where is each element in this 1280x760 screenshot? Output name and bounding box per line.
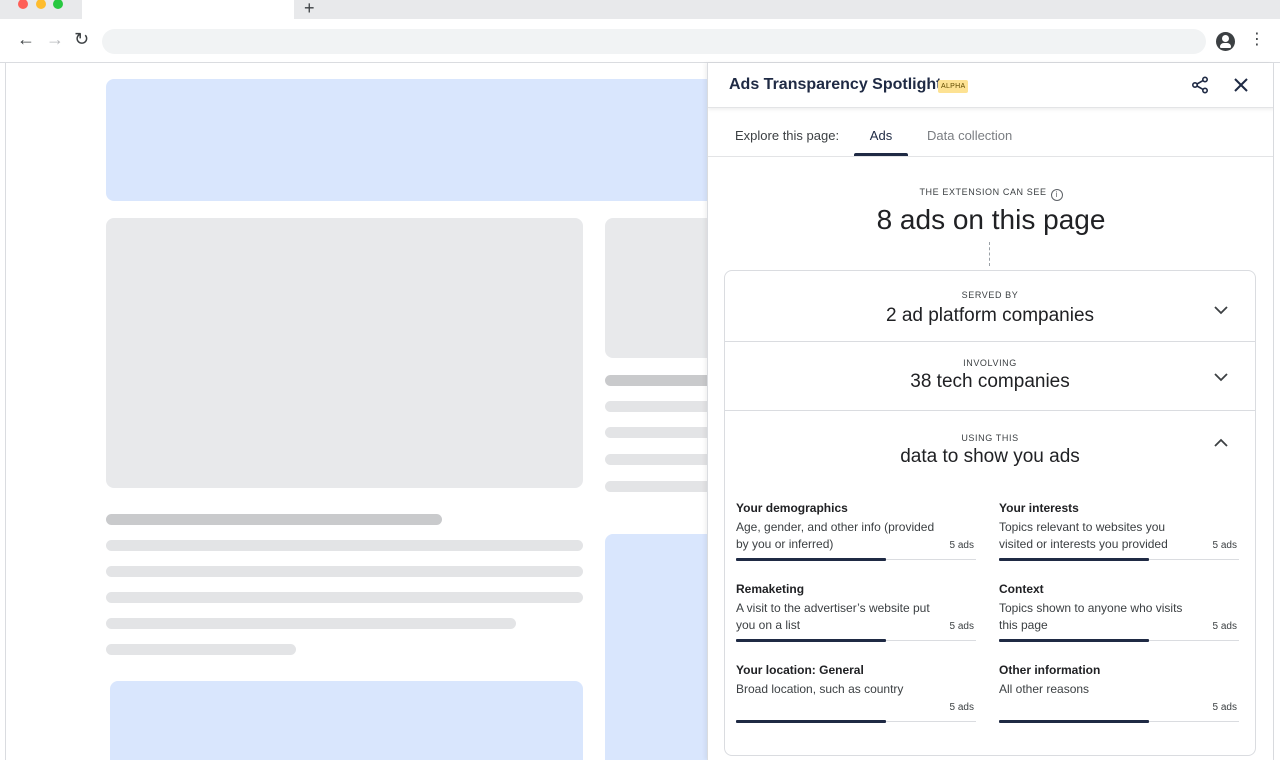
- headline-placeholder: [106, 514, 442, 525]
- data-type-title: Context: [999, 582, 1044, 596]
- hero-ad-placeholder: [106, 79, 726, 201]
- tab-ads[interactable]: Ads: [854, 109, 908, 156]
- chevron-down-icon[interactable]: [1214, 370, 1228, 384]
- panel-title: Ads Transparency Spotlight: [729, 76, 942, 93]
- maximize-window-button[interactable]: [53, 0, 63, 9]
- data-type-item: Your demographics Age, gender, and other…: [736, 501, 976, 575]
- data-type-description: A visit to the advertiser’s website put …: [736, 601, 930, 632]
- page-border: [5, 63, 6, 760]
- data-type-bar-fill: [736, 639, 886, 642]
- data-type-title: Your interests: [999, 501, 1079, 515]
- tabs-label: Explore this page:: [735, 128, 840, 143]
- browser-tab[interactable]: [82, 0, 294, 19]
- data-type-title: Your location: General: [736, 663, 864, 677]
- back-arrow-icon[interactable]: ←: [17, 29, 35, 49]
- reload-icon[interactable]: ↻: [74, 29, 89, 49]
- new-tab-button[interactable]: +: [304, 0, 315, 18]
- ad-placeholder: [110, 681, 583, 760]
- data-type-description: Age, gender, and other info (provided by…: [736, 520, 935, 551]
- browser-toolbar: ← → ↻ ⋮: [0, 19, 1280, 63]
- involving-section[interactable]: INVOLVING 38 tech companies: [725, 342, 1255, 411]
- ads-count: 8 ads on this page: [876, 204, 1106, 235]
- data-type-bar-fill: [999, 558, 1149, 561]
- connector-line: [989, 242, 990, 266]
- address-bar[interactable]: [102, 29, 1206, 54]
- data-value: data to show you ads: [900, 446, 1080, 467]
- page-border: [1273, 63, 1274, 760]
- tab-strip: +: [0, 0, 1280, 19]
- data-type-item: Context Topics shown to anyone who visit…: [999, 582, 1239, 656]
- data-type-count: 5 ads: [1212, 621, 1237, 632]
- data-type-count: 5 ads: [1212, 540, 1237, 551]
- kebab-menu-icon[interactable]: ⋮: [1249, 30, 1265, 50]
- data-type-item: Your interests Topics relevant to websit…: [999, 501, 1239, 575]
- image-placeholder: [106, 218, 583, 488]
- data-type-bar-fill: [999, 639, 1149, 642]
- profile-icon[interactable]: [1216, 32, 1235, 51]
- details-card: SERVED BY 2 ad platform companies INVOLV…: [724, 270, 1256, 756]
- involving-label: INVOLVING: [963, 358, 1017, 368]
- data-type-bar-fill: [736, 558, 886, 561]
- served-by-section[interactable]: SERVED BY 2 ad platform companies: [725, 271, 1255, 342]
- data-type-bar-fill: [736, 720, 886, 723]
- summary-label: THE EXTENSION CAN SEE i: [708, 187, 1273, 201]
- data-type-item: Other information All other reasons 5 ad…: [999, 663, 1239, 737]
- served-by-label: SERVED BY: [961, 290, 1019, 300]
- tab-data-collection[interactable]: Data collection: [927, 128, 1012, 143]
- close-window-button[interactable]: [18, 0, 28, 9]
- chevron-up-icon[interactable]: [1214, 436, 1228, 450]
- alpha-badge: ALPHA: [938, 80, 969, 93]
- minimize-window-button[interactable]: [36, 0, 46, 9]
- data-type-item: Remaketing A visit to the advertiser’s w…: [736, 582, 976, 656]
- data-type-count: 5 ads: [949, 702, 974, 713]
- info-icon[interactable]: i: [1050, 189, 1063, 201]
- data-type-title: Other information: [999, 663, 1101, 677]
- served-by-value: 2 ad platform companies: [885, 305, 1095, 326]
- ads-transparency-panel: Ads Transparency Spotlight ALPHA Explore…: [707, 63, 1273, 760]
- data-type-count: 5 ads: [949, 621, 974, 632]
- data-label: USING THIS: [961, 433, 1019, 443]
- data-type-title: Your demographics: [736, 501, 848, 515]
- data-type-item: Your location: General Broad location, s…: [736, 663, 976, 737]
- data-type-count: 5 ads: [949, 540, 974, 551]
- data-type-description: All other reasons: [999, 682, 1090, 696]
- data-type-count: 5 ads: [1212, 702, 1237, 713]
- text-line-placeholder: [106, 592, 583, 603]
- close-icon[interactable]: [1232, 76, 1250, 94]
- share-icon[interactable]: [1191, 76, 1209, 94]
- data-type-title: Remaketing: [736, 582, 805, 596]
- data-type-description: Topics relevant to websites you visited …: [999, 520, 1168, 551]
- text-line-placeholder: [106, 540, 583, 551]
- summary-label-text: THE EXTENSION CAN SEE: [919, 187, 1047, 197]
- chevron-down-icon[interactable]: [1214, 303, 1228, 317]
- forward-arrow-icon[interactable]: →: [46, 29, 64, 49]
- text-line-placeholder: [106, 644, 296, 655]
- text-line-placeholder: [106, 618, 516, 629]
- data-section: USING THIS data to show you ads Your dem…: [725, 411, 1255, 755]
- data-type-description: Broad location, such as country: [736, 682, 904, 696]
- panel-header: Ads Transparency Spotlight ALPHA: [708, 63, 1273, 108]
- data-type-bar-fill: [999, 720, 1149, 723]
- data-type-description: Topics shown to anyone who visits this p…: [999, 601, 1183, 632]
- panel-tabs: Explore this page: Ads Data collection: [708, 109, 1273, 157]
- text-line-placeholder: [106, 566, 583, 577]
- involving-value: 38 tech companies: [910, 371, 1070, 392]
